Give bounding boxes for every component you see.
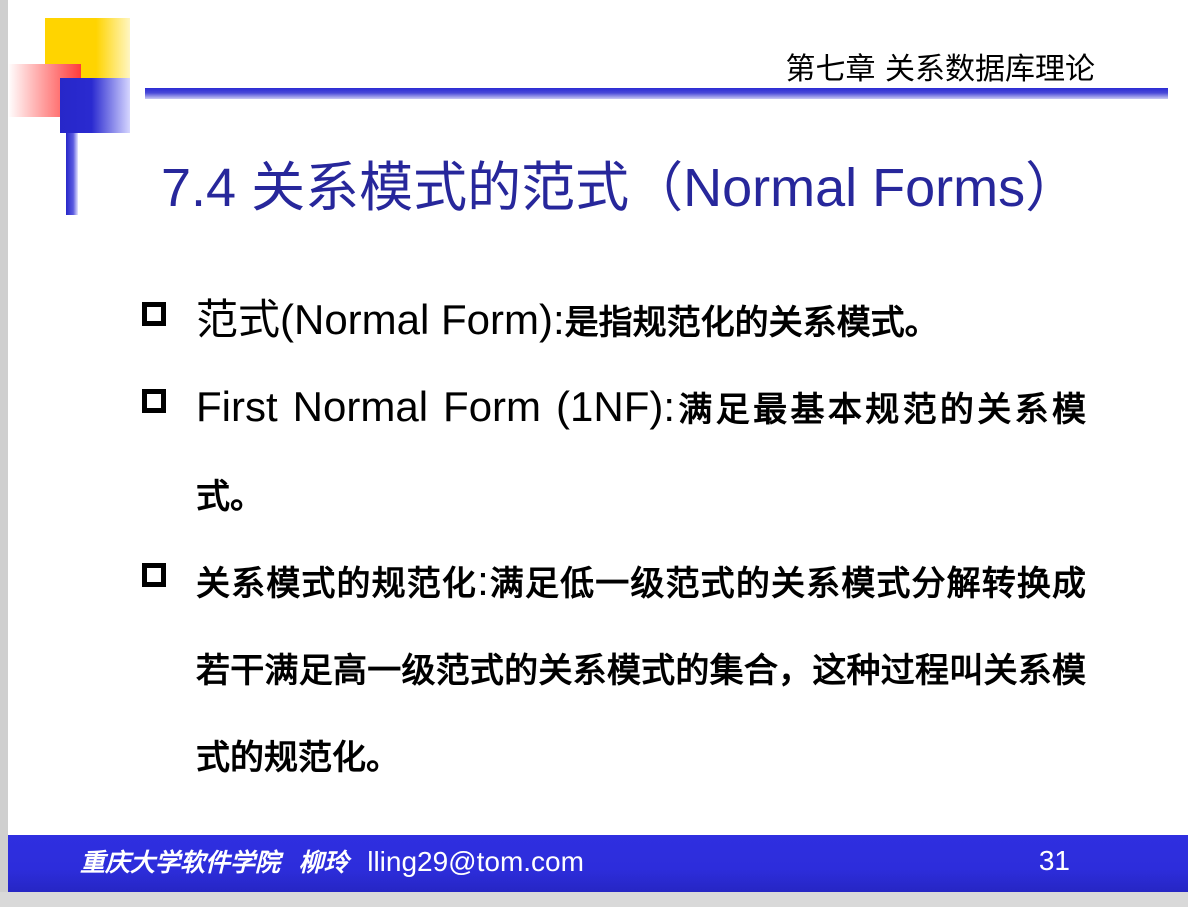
decor-header-rule xyxy=(145,88,1168,99)
slide-title: 7.4 关系模式的范式（Normal Forms） xyxy=(161,158,1080,218)
window-bottom-edge xyxy=(0,892,1188,907)
bullet-text: First Normal Form (1NF):满足最基本规范的关系模式。 xyxy=(196,365,1086,539)
bullet-text: 关系模式的规范化:满足低一级范式的关系模式分解转换成若干满足高一级范式的关系模式… xyxy=(196,539,1086,800)
bullet-item: 关系模式的规范化:满足低一级范式的关系模式分解转换成若干满足高一级范式的关系模式… xyxy=(136,539,1086,800)
bullet-item: 范式(Normal Form):是指规范化的关系模式。 xyxy=(136,278,1086,365)
checkbox-bullet-icon xyxy=(142,563,166,587)
bullet-definition: 是指规范化的关系模式。 xyxy=(564,303,939,343)
checkbox-bullet-icon xyxy=(142,389,166,413)
footer-email: lling29@tom.com xyxy=(367,846,584,877)
footer-author: 柳玲 xyxy=(298,848,349,877)
bullet-term: 关系模式的规范化 xyxy=(196,564,478,604)
bullet-term: 范式(Normal Form) xyxy=(196,296,553,343)
window-left-edge xyxy=(0,0,8,907)
footer-org: 重庆大学软件学院 xyxy=(80,848,281,877)
chapter-heading: 第七章 关系数据库理论 xyxy=(785,52,1095,87)
decor-vertical-bar xyxy=(66,133,78,215)
bullet-term: First Normal Form (1NF) xyxy=(196,383,664,430)
bullet-separator: : xyxy=(552,296,565,343)
bullet-separator: : xyxy=(663,383,676,430)
bullet-item: First Normal Form (1NF):满足最基本规范的关系模式。 xyxy=(136,365,1086,539)
bullet-list: 范式(Normal Form):是指规范化的关系模式。 First Normal… xyxy=(136,278,1086,800)
bullet-separator: : xyxy=(477,557,489,604)
footer-credit: 重庆大学软件学院 柳玲 lling29@tom.com xyxy=(80,843,584,879)
footer-bar: 重庆大学软件学院 柳玲 lling29@tom.com 31 xyxy=(8,835,1188,892)
slide: 第七章 关系数据库理论 7.4 关系模式的范式（Normal Forms） 范式… xyxy=(8,0,1188,907)
bullet-text: 范式(Normal Form):是指规范化的关系模式。 xyxy=(196,278,1086,365)
decor-blue-square xyxy=(60,78,130,133)
page-number: 31 xyxy=(1038,845,1070,876)
checkbox-bullet-icon xyxy=(142,302,166,326)
